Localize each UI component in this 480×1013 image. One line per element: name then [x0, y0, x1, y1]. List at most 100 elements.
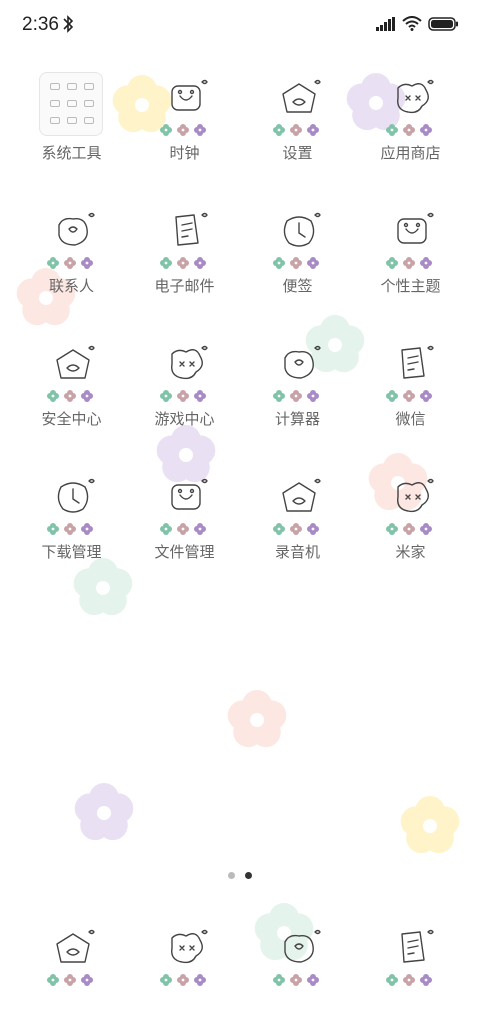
app-mihome[interactable]: 米家: [354, 469, 467, 579]
wallpaper-flower: [74, 783, 134, 841]
clock-icon: [158, 74, 214, 122]
flower-dots-decoration: [385, 257, 432, 269]
security-icon: [45, 340, 101, 388]
mihome-icon: [384, 473, 440, 521]
app-dots: [241, 521, 354, 535]
themes-icon: [384, 207, 440, 255]
app-dots: [241, 388, 354, 402]
mail-icon: [158, 207, 214, 255]
files-icon: [158, 473, 214, 521]
app-label: 电子邮件: [154, 277, 215, 295]
app-label: 下载管理: [41, 543, 102, 561]
app-dots: [128, 972, 241, 986]
bluetooth-icon: [63, 15, 74, 33]
app-dots: [354, 972, 467, 986]
app-folder[interactable]: 系统工具: [15, 70, 128, 180]
app-clock[interactable]: 时钟: [128, 70, 241, 180]
flower-dots-decoration: [272, 523, 319, 535]
app-dots: [15, 972, 128, 986]
app-settings[interactable]: 设置: [241, 70, 354, 180]
app-dots: [128, 122, 241, 136]
dock-messages[interactable]: [354, 920, 467, 1013]
app-dots: [128, 388, 241, 402]
flower-dots-decoration: [385, 124, 432, 136]
app-dots: [354, 521, 467, 535]
signal-icon: [376, 17, 395, 31]
dock-phone[interactable]: [15, 920, 128, 1013]
app-label: 个性主题: [380, 277, 441, 295]
page-dot-1[interactable]: [228, 872, 235, 879]
app-label: 系统工具: [41, 144, 102, 162]
app-wechat[interactable]: 微信: [354, 336, 467, 446]
wifi-icon: [402, 16, 422, 31]
app-dots: [15, 255, 128, 269]
app-label: 时钟: [169, 144, 200, 162]
flower-dots-decoration: [159, 974, 206, 986]
flower-dots-decoration: [46, 257, 93, 269]
contacts-icon: [45, 207, 101, 255]
app-security[interactable]: 安全中心: [15, 336, 128, 446]
phone-icon: [45, 924, 101, 972]
app-dots: [128, 255, 241, 269]
flower-dots-decoration: [159, 390, 206, 402]
flower-dots-decoration: [46, 390, 93, 402]
app-recorder[interactable]: 录音机: [241, 469, 354, 579]
app-label: 微信: [395, 410, 426, 428]
messages-icon: [384, 924, 440, 972]
flower-dots-decoration: [159, 257, 206, 269]
flower-dots-decoration: [272, 124, 319, 136]
page-indicator[interactable]: [0, 872, 480, 882]
flower-dots-decoration: [46, 523, 93, 535]
dock: [0, 920, 480, 990]
wechat-icon: [384, 340, 440, 388]
app-dots: [15, 521, 128, 535]
wallpaper-flower: [227, 690, 287, 748]
dock-browser[interactable]: [128, 920, 241, 1013]
flower-dots-decoration: [385, 974, 432, 986]
download-icon: [45, 473, 101, 521]
app-files[interactable]: 文件管理: [128, 469, 241, 579]
app-notes[interactable]: 便签: [241, 203, 354, 313]
app-dots: [354, 255, 467, 269]
app-label: 设置: [282, 144, 313, 162]
page-dot-2[interactable]: [245, 872, 252, 879]
recorder-icon: [271, 473, 327, 521]
app-label: 文件管理: [154, 543, 215, 561]
app-dots: [241, 122, 354, 136]
flower-dots-decoration: [159, 523, 206, 535]
browser-icon: [158, 924, 214, 972]
app-label: 米家: [395, 543, 426, 561]
store-icon: [384, 74, 440, 122]
games-icon: [158, 340, 214, 388]
app-label: 录音机: [274, 543, 320, 561]
app-dots: [354, 122, 467, 136]
app-contacts[interactable]: 联系人: [15, 203, 128, 313]
flower-dots-decoration: [46, 974, 93, 986]
folder-icon: [39, 72, 103, 136]
app-label: 联系人: [48, 277, 94, 295]
flower-dots-decoration: [385, 390, 432, 402]
battery-icon: [428, 17, 458, 31]
notes-icon: [271, 207, 327, 255]
wallpaper-flower: [400, 796, 460, 854]
calculator-icon: [271, 340, 327, 388]
app-calculator[interactable]: 计算器: [241, 336, 354, 446]
app-dots: [241, 255, 354, 269]
app-dots: [354, 388, 467, 402]
flower-dots-decoration: [272, 257, 319, 269]
app-store[interactable]: 应用商店: [354, 70, 467, 180]
app-label: 游戏中心: [154, 410, 215, 428]
status-time: 2:36: [22, 14, 59, 35]
app-download[interactable]: 下载管理: [15, 469, 128, 579]
app-dots: [15, 388, 128, 402]
flower-dots-decoration: [272, 390, 319, 402]
app-themes[interactable]: 个性主题: [354, 203, 467, 313]
app-mail[interactable]: 电子邮件: [128, 203, 241, 313]
app-label: 应用商店: [380, 144, 441, 162]
flower-dots-decoration: [272, 974, 319, 986]
dock-gallery[interactable]: [241, 920, 354, 1013]
app-games[interactable]: 游戏中心: [128, 336, 241, 446]
status-bar: 2:36: [0, 0, 480, 52]
app-dots: [128, 521, 241, 535]
settings-icon: [271, 74, 327, 122]
